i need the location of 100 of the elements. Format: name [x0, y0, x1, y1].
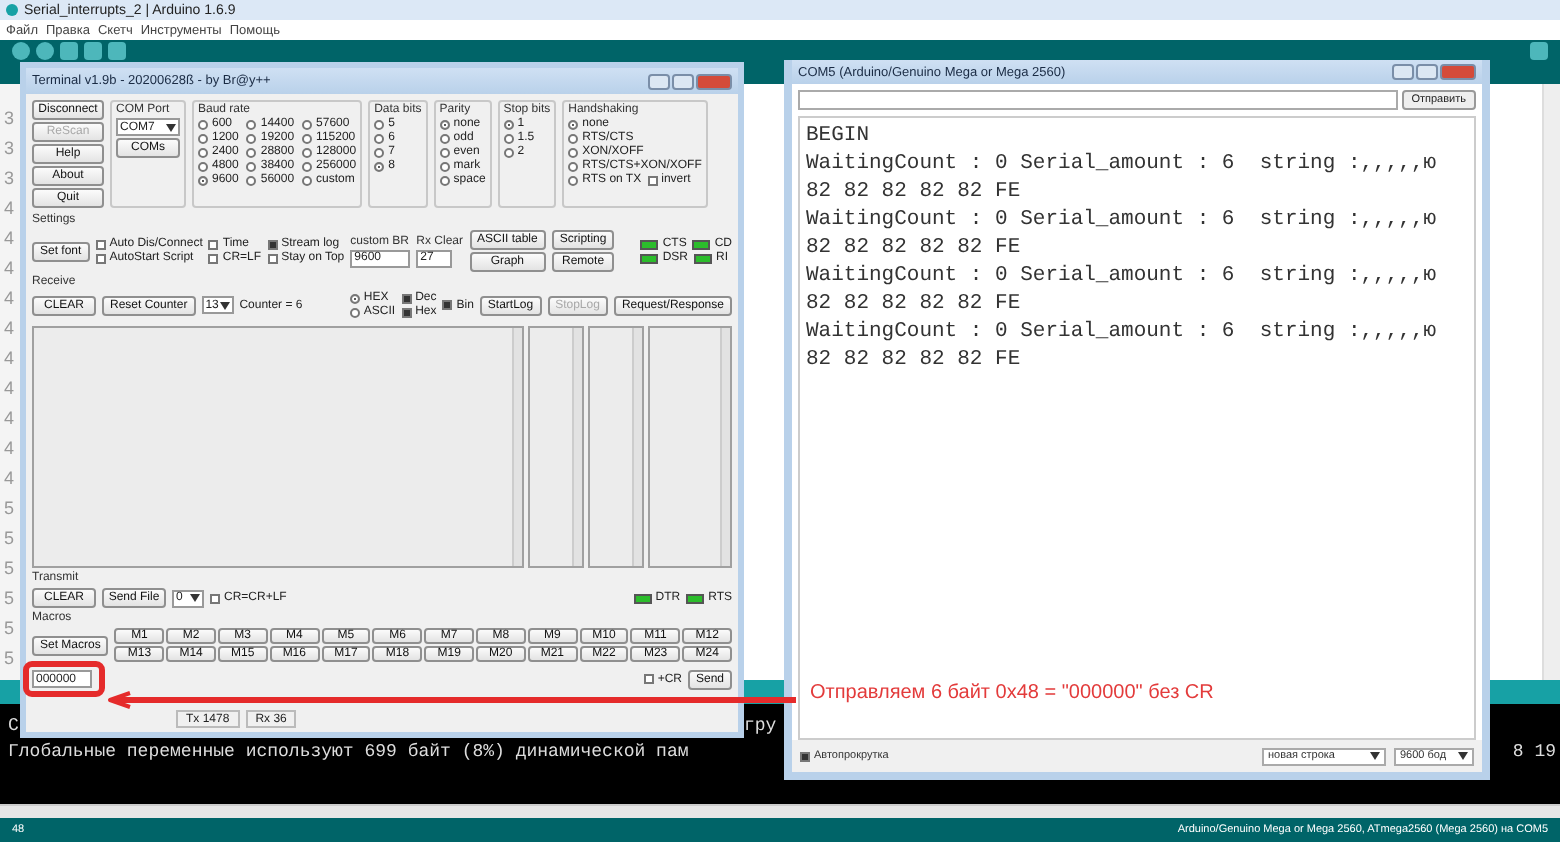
scrollbar[interactable]: [572, 328, 582, 566]
status-led: [694, 253, 712, 263]
radio-button[interactable]: [568, 147, 579, 157]
radio-button[interactable]: [302, 119, 313, 129]
checkbox[interactable]: [401, 293, 412, 303]
radio-button[interactable]: [439, 133, 450, 143]
caret-icon: [1458, 752, 1468, 760]
radio-button[interactable]: [198, 147, 208, 157]
minimize-button[interactable]: [1392, 64, 1414, 80]
radio-button[interactable]: [246, 161, 257, 171]
radio-button[interactable]: [302, 147, 313, 157]
line-number: 4: [4, 198, 17, 220]
line-number: 4: [4, 228, 17, 250]
checkbox[interactable]: [647, 175, 658, 185]
radio-button[interactable]: [302, 161, 313, 171]
maximize-button[interactable]: [1416, 64, 1438, 80]
radio-button[interactable]: [302, 133, 313, 143]
highlight-frame: [23, 661, 105, 697]
radio-button[interactable]: [439, 119, 450, 129]
line-number: 4: [4, 258, 17, 280]
radio-button[interactable]: [198, 133, 208, 143]
caret-icon: [166, 123, 176, 131]
caret-icon: [190, 594, 200, 602]
line-number: 5: [4, 558, 17, 580]
scrollbar[interactable]: [632, 328, 642, 566]
close-button[interactable]: [696, 73, 732, 89]
caret-icon: [1370, 752, 1380, 760]
status-led: [640, 253, 659, 263]
output-line: BEGIN: [806, 126, 872, 148]
console-text: 8 19: [1512, 742, 1556, 762]
maximize-button[interactable]: [672, 73, 694, 89]
line-number: 5: [4, 618, 17, 640]
radio-button[interactable]: [374, 119, 385, 129]
checkbox[interactable]: [210, 593, 220, 603]
output-line: WaitingCount : 0 Serial_amount : 6 string :,,,,,ю: [806, 266, 1439, 288]
radio-button[interactable]: [246, 147, 257, 157]
radio-button[interactable]: [246, 175, 257, 185]
line-number: 5: [4, 528, 17, 550]
output-line: 82 82 82 82 82 FE: [806, 294, 1023, 316]
line-number: 4: [4, 348, 17, 370]
radio-button[interactable]: [568, 119, 579, 129]
radio-button[interactable]: [198, 119, 208, 129]
output-line: 82 82 82 82 82 FE: [806, 238, 1023, 260]
radio-button[interactable]: [198, 161, 208, 171]
scrollbar[interactable]: [1542, 84, 1560, 680]
checkbox[interactable]: [800, 751, 810, 761]
radio-button[interactable]: [246, 119, 257, 129]
radio-button[interactable]: [302, 175, 313, 185]
output-line: WaitingCount : 0 Serial_amount : 6 string :,,,,,ю: [806, 322, 1439, 344]
radio-button[interactable]: [568, 161, 579, 171]
radio-button[interactable]: [374, 147, 385, 157]
checkbox[interactable]: [95, 239, 106, 249]
output-line: WaitingCount : 0 Serial_amount : 6 string :,,,,,ю: [806, 210, 1439, 232]
line-number: 5: [4, 498, 17, 520]
output-line: 82 82 82 82 82 FE: [806, 182, 1023, 204]
line-number: 5: [4, 648, 17, 670]
radio-button[interactable]: [503, 133, 514, 143]
radio-button[interactable]: [374, 161, 385, 171]
radio-button[interactable]: [439, 161, 450, 171]
line-number: 4: [4, 408, 17, 430]
radio-button[interactable]: [439, 175, 450, 185]
output-line: WaitingCount : 0 Serial_amount : 6 string :,,,,,ю: [806, 154, 1439, 176]
checkbox[interactable]: [267, 253, 278, 263]
line-number: 3: [4, 138, 17, 160]
annotation-text: Отправляем 6 байт 0x48 = "000000" без CR: [810, 682, 1214, 704]
checkbox[interactable]: [95, 253, 106, 263]
checkbox[interactable]: [401, 307, 412, 317]
line-number: 3: [4, 168, 17, 190]
message-input-field[interactable]: [798, 90, 1398, 110]
app-icon: [6, 4, 18, 16]
line-number: 3: [4, 108, 17, 130]
checkbox[interactable]: [208, 253, 219, 263]
console-text: Глобальные переменные используют 699 байт (8%) динамической пам: [8, 742, 689, 762]
status-led: [692, 239, 711, 249]
scrollbar[interactable]: [512, 328, 522, 566]
checkbox[interactable]: [267, 239, 278, 249]
checkbox[interactable]: [208, 239, 219, 249]
radio-button[interactable]: [439, 147, 450, 157]
status-led: [633, 593, 652, 603]
output-line: 82 82 82 82 82 FE: [806, 350, 1023, 372]
line-number: 5: [4, 588, 17, 610]
minimize-button[interactable]: [648, 73, 670, 89]
radio-button[interactable]: [246, 133, 257, 143]
radio-button[interactable]: [503, 119, 514, 129]
checkbox[interactable]: [643, 674, 654, 684]
radio-button[interactable]: [349, 293, 360, 303]
scrollbar[interactable]: [0, 804, 1560, 818]
line-number: 4: [4, 378, 17, 400]
scrollbar[interactable]: [720, 328, 730, 566]
radio-button[interactable]: [568, 133, 579, 143]
radio-button[interactable]: [568, 175, 579, 185]
radio-button[interactable]: [349, 307, 360, 317]
checkbox[interactable]: [442, 300, 453, 310]
console-text: С: [8, 716, 19, 736]
line-number: 4: [4, 318, 17, 340]
radio-button[interactable]: [374, 133, 385, 143]
radio-button[interactable]: [198, 175, 208, 185]
status-led: [640, 239, 659, 249]
radio-button[interactable]: [503, 147, 514, 157]
console-text: гру: [744, 716, 777, 736]
